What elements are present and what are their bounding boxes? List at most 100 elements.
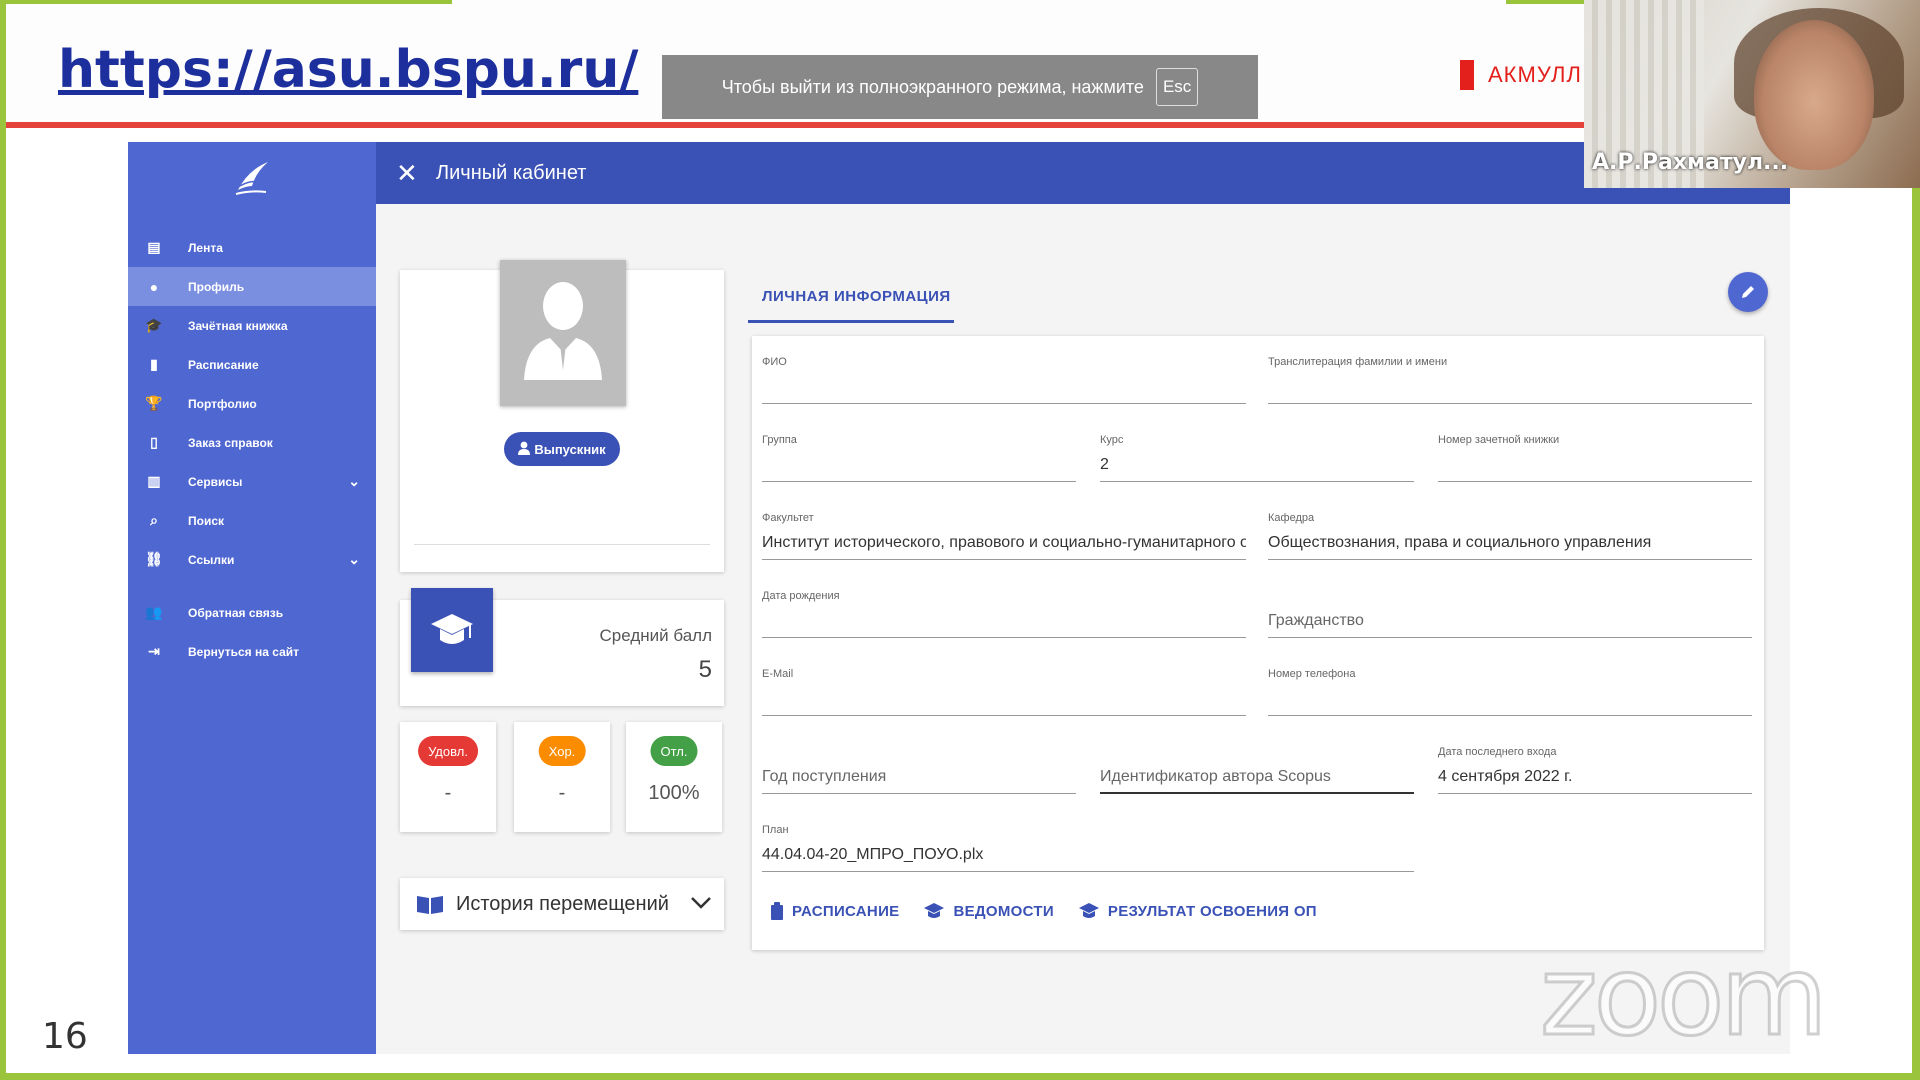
- pencil-icon: [1742, 286, 1754, 298]
- participant-video-tile[interactable]: А.Р.Рахматул...: [1584, 0, 1920, 188]
- sidebar-item-label: Вернуться на сайт: [188, 644, 300, 659]
- history-expander[interactable]: История перемещений: [400, 878, 724, 930]
- field-placeholder: Идентификатор автора Scopus: [1100, 768, 1331, 785]
- participant-name: А.Р.Рахматул...: [1592, 150, 1789, 175]
- university-logo-icon[interactable]: [230, 156, 274, 200]
- grade-card-good: Хор. -: [514, 722, 610, 832]
- tab-personal-info[interactable]: ЛИЧНАЯ ИНФОРМАЦИЯ: [762, 288, 951, 305]
- person-icon: ●: [149, 278, 159, 295]
- statements-button[interactable]: ВЕДОМОСТИ: [923, 902, 1054, 920]
- chevron-down-icon[interactable]: ⌄: [348, 551, 360, 568]
- record-book-field[interactable]: Номер зачетной книжки: [1438, 434, 1752, 482]
- chevron-down-icon[interactable]: [690, 890, 712, 916]
- slide-page-number: 16: [42, 1016, 88, 1057]
- status-badge: Выпускник: [504, 432, 620, 466]
- sidebar-item-search[interactable]: ⌕ Поиск: [128, 501, 376, 540]
- admission-year-field[interactable]: Год поступления: [762, 746, 1076, 794]
- sidebar-item-schedule[interactable]: ▮ Расписание: [128, 345, 376, 384]
- close-icon[interactable]: ✕: [396, 158, 426, 189]
- sidebar-item-label: Обратная связь: [188, 605, 284, 620]
- profile-actions: РАСПИСАНИЕ ВЕДОМОСТИ РЕЗУЛЬТАТ ОСВОЕНИЯ …: [770, 902, 1317, 920]
- faculty-field[interactable]: Факультет Институт исторического, правов…: [762, 512, 1246, 560]
- results-button-label: РЕЗУЛЬТАТ ОСВОЕНИЯ ОП: [1107, 902, 1317, 920]
- sidebar-item-label: Портфолио: [188, 396, 257, 411]
- gpa-label: Средний балл: [599, 626, 712, 645]
- field-label: Дата рождения: [762, 590, 840, 602]
- field-value: 4 сентября 2022 г.: [1438, 768, 1573, 785]
- field-label: E-Mail: [762, 668, 794, 680]
- slide-header-divider: [6, 122, 1586, 128]
- plan-field[interactable]: План 44.04.04-20_МПРО_ПОУО.plx: [762, 824, 1414, 872]
- sidebar-item-links[interactable]: ⛓ Ссылки ⌄: [128, 540, 376, 579]
- sidebar-item-label: Сервисы: [188, 474, 243, 489]
- graduation-cap-icon: [1078, 903, 1099, 918]
- grade-pill: Удовл.: [418, 736, 478, 766]
- sidebar-item-label: Профиль: [188, 279, 245, 294]
- slide-url-link[interactable]: https://asu.bspu.ru/: [58, 40, 638, 100]
- sidebar-item-record-book[interactable]: 🎓 Зачётная книжка: [128, 306, 376, 345]
- sidebar-item-certificates[interactable]: ▯ Заказ справок: [128, 423, 376, 462]
- sidebar-nav: ▤ Лента ● Профиль 🎓 Зачётная книжка ▮ Ра…: [128, 228, 376, 671]
- graduation-cap-icon: [924, 903, 945, 918]
- field-label: Транслитерация фамилии и имени: [1268, 356, 1448, 368]
- grade-pill: Отл.: [650, 736, 698, 766]
- fullscreen-notice-text: Чтобы выйти из полноэкранного режима, на…: [721, 76, 1144, 97]
- sidebar-item-label: Зачётная книжка: [188, 318, 288, 333]
- graduation-cap-icon: 🎓: [145, 317, 163, 333]
- translit-field[interactable]: Транслитерация фамилии и имени: [1268, 356, 1752, 404]
- sidebar-item-label: Заказ справок: [188, 435, 273, 450]
- email-field[interactable]: E-Mail: [762, 668, 1246, 716]
- slide-border-top-left: [0, 0, 452, 4]
- clipboard-icon: ▮: [150, 356, 158, 372]
- field-label: Кафедра: [1268, 512, 1315, 524]
- sign-out-icon: ⇥: [148, 643, 160, 659]
- grade-value: -: [444, 782, 452, 804]
- book-icon: ▥: [147, 473, 161, 489]
- department-field[interactable]: Кафедра Обществознания, права и социальн…: [1268, 512, 1752, 560]
- divider: [414, 544, 710, 545]
- brand-text: АКМУЛЛ: [1488, 62, 1582, 87]
- birth-date-field[interactable]: Дата рождения: [762, 590, 1246, 638]
- field-label: Группа: [762, 434, 797, 446]
- edit-button[interactable]: [1728, 272, 1768, 312]
- sidebar-item-profile[interactable]: ● Профиль: [128, 267, 376, 306]
- field-label: Номер зачетной книжки: [1438, 434, 1560, 446]
- video-participant-face: [1754, 20, 1874, 170]
- document-icon: ▯: [150, 434, 158, 450]
- chevron-down-icon[interactable]: ⌄: [348, 473, 360, 490]
- grade-card-excellent: Отл. 100%: [626, 722, 722, 832]
- results-button[interactable]: РЕЗУЛЬТАТ ОСВОЕНИЯ ОП: [1078, 902, 1317, 920]
- person-icon: [518, 441, 531, 458]
- grade-pill: Хор.: [538, 736, 586, 766]
- graduation-cap-icon: [411, 588, 493, 672]
- trophy-icon: 🏆: [145, 395, 163, 411]
- schedule-button[interactable]: РАСПИСАНИЕ: [770, 902, 899, 920]
- sidebar-item-back-to-site[interactable]: ⇥ Вернуться на сайт: [128, 632, 376, 671]
- statements-button-label: ВЕДОМОСТИ: [953, 902, 1054, 920]
- app-title: Личный кабинет: [436, 161, 587, 184]
- group-field[interactable]: Группа: [762, 434, 1076, 482]
- user-silhouette-icon: [524, 282, 602, 380]
- sidebar-item-portfolio[interactable]: 🏆 Портфолио: [128, 384, 376, 423]
- schedule-button-label: РАСПИСАНИЕ: [792, 902, 900, 920]
- field-placeholder: Гражданство: [1268, 612, 1364, 629]
- field-value: 44.04.04-20_МПРО_ПОУО.plx: [762, 846, 984, 863]
- status-badge-label: Выпускник: [534, 441, 606, 457]
- app-header: ✕ Личный кабинет: [376, 142, 1790, 204]
- feed-icon: ▤: [147, 239, 161, 255]
- sidebar-item-label: Лента: [188, 240, 223, 255]
- sidebar-item-feed[interactable]: ▤ Лента: [128, 228, 376, 267]
- sidebar-item-services[interactable]: ▥ Сервисы ⌄: [128, 462, 376, 501]
- field-placeholder: Год поступления: [762, 768, 887, 785]
- fio-field[interactable]: ФИО: [762, 356, 1246, 404]
- zoom-watermark: zoom: [1539, 931, 1829, 1062]
- sidebar-item-feedback[interactable]: 👥 Обратная связь: [128, 593, 376, 632]
- scopus-id-field[interactable]: Идентификатор автора Scopus: [1100, 746, 1414, 794]
- last-login-field[interactable]: Дата последнего входа 4 сентября 2022 г.: [1438, 746, 1752, 794]
- brand-mark-icon: [1460, 60, 1474, 90]
- phone-field[interactable]: Номер телефона: [1268, 668, 1752, 716]
- citizenship-field[interactable]: Гражданство: [1268, 590, 1752, 638]
- course-field[interactable]: Курс 2: [1100, 434, 1414, 482]
- field-value: 2: [1100, 456, 1109, 473]
- field-label: Дата последнего входа: [1438, 746, 1557, 758]
